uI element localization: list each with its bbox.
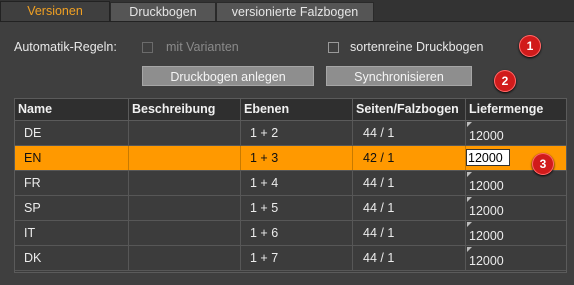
table-header: Name Beschreibung Ebenen Seiten/Falzboge… bbox=[15, 99, 566, 121]
cell-pages: 44 / 1 bbox=[353, 196, 466, 220]
versions-table: Name Beschreibung Ebenen Seiten/Falzboge… bbox=[14, 98, 567, 273]
column-header-pages[interactable]: Seiten/Falzbogen bbox=[353, 99, 466, 120]
quantity-value: 12000 bbox=[469, 129, 504, 143]
callout-marker-3: 3 bbox=[532, 153, 554, 175]
cell-quantity[interactable]: 12000 bbox=[466, 121, 566, 145]
table-row[interactable]: SP 1 + 5 44 / 1 12000 bbox=[15, 196, 566, 221]
with-variants-checkbox[interactable] bbox=[142, 42, 153, 53]
table-row[interactable]: DE 1 + 2 44 / 1 12000 bbox=[15, 121, 566, 146]
cell-layers: 1 + 7 bbox=[241, 246, 353, 270]
cell-layers: 1 + 4 bbox=[241, 171, 353, 195]
callout-marker-1: 1 bbox=[519, 35, 541, 57]
cell-description bbox=[129, 171, 241, 195]
quantity-value: 12000 bbox=[469, 179, 504, 193]
column-header-quantity[interactable]: Liefermenge bbox=[466, 99, 566, 120]
cell-layers: 1 + 3 bbox=[241, 146, 353, 170]
synchronize-button[interactable]: Synchronisieren bbox=[326, 66, 472, 86]
tab-druckbogen[interactable]: Druckbogen bbox=[110, 2, 216, 21]
cell-pages: 44 / 1 bbox=[353, 246, 466, 270]
tab-divider bbox=[0, 21, 574, 22]
cell-name: EN bbox=[15, 146, 129, 170]
cell-layers: 1 + 5 bbox=[241, 196, 353, 220]
cell-name: FR bbox=[15, 171, 129, 195]
quantity-value: 12000 bbox=[469, 229, 504, 243]
cell-pages: 44 / 1 bbox=[353, 121, 466, 145]
cell-layers: 1 + 6 bbox=[241, 221, 353, 245]
column-header-name[interactable]: Name bbox=[15, 99, 129, 120]
cell-quantity[interactable]: 12000 bbox=[466, 196, 566, 220]
table-row[interactable]: FR 1 + 4 44 / 1 12000 bbox=[15, 171, 566, 196]
column-header-description[interactable]: Beschreibung bbox=[129, 99, 241, 120]
cell-pages: 42 / 1 bbox=[353, 146, 466, 170]
column-header-layers[interactable]: Ebenen bbox=[241, 99, 353, 120]
cell-description bbox=[129, 121, 241, 145]
cell-description bbox=[129, 146, 241, 170]
table-row-selected[interactable]: EN 1 + 3 42 / 1 12000 bbox=[15, 146, 566, 171]
automatic-rules-label: Automatik-Regeln: bbox=[14, 40, 117, 54]
callout-marker-2: 2 bbox=[494, 70, 516, 92]
tab-bar: Versionen Druckbogen versionierte Falzbo… bbox=[0, 0, 574, 22]
table-row[interactable]: IT 1 + 6 44 / 1 12000 bbox=[15, 221, 566, 246]
cell-description bbox=[129, 196, 241, 220]
cell-name: IT bbox=[15, 221, 129, 245]
cell-name: DE bbox=[15, 121, 129, 145]
cell-name: SP bbox=[15, 196, 129, 220]
tab-versionen[interactable]: Versionen bbox=[0, 1, 110, 22]
table-row[interactable]: DK 1 + 7 44 / 1 12000 bbox=[15, 246, 566, 271]
cell-pages: 44 / 1 bbox=[353, 171, 466, 195]
create-sheets-button[interactable]: Druckbogen anlegen bbox=[142, 66, 314, 86]
cell-quantity[interactable]: 12000 bbox=[466, 221, 566, 245]
with-variants-label: mit Varianten bbox=[166, 40, 239, 54]
cell-name: DK bbox=[15, 246, 129, 270]
cell-description bbox=[129, 221, 241, 245]
quantity-value: 12000 bbox=[469, 254, 504, 268]
sorted-sheets-checkbox[interactable] bbox=[328, 42, 339, 53]
tab-versionierte-falzbogen[interactable]: versionierte Falzbogen bbox=[216, 2, 374, 21]
cell-quantity[interactable]: 12000 bbox=[466, 246, 566, 270]
cell-description bbox=[129, 246, 241, 270]
sorted-sheets-label: sortenreine Druckbogen bbox=[350, 40, 484, 54]
cell-layers: 1 + 2 bbox=[241, 121, 353, 145]
quantity-edit-field[interactable]: 12000 bbox=[466, 149, 510, 166]
quantity-value: 12000 bbox=[469, 204, 504, 218]
cell-pages: 44 / 1 bbox=[353, 221, 466, 245]
cell-quantity[interactable]: 12000 bbox=[466, 171, 566, 195]
